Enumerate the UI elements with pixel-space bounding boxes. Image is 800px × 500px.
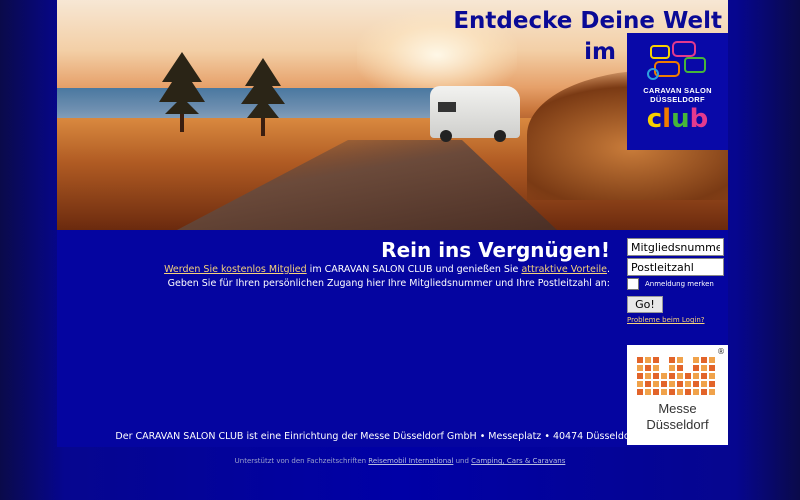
intro-line2: Geben Sie für Ihren persönlichen Zugang … <box>167 278 610 289</box>
messe-grid-square <box>669 381 675 387</box>
messe-grid-square <box>693 373 699 379</box>
messe-grid-square <box>669 357 675 363</box>
messe-grid-square <box>645 365 651 371</box>
messe-grid-square <box>701 389 707 395</box>
messe-grid-square <box>677 357 683 363</box>
messe-grid-square <box>637 357 643 363</box>
messe-grid-square <box>669 365 675 371</box>
messe-grid-square <box>709 373 715 379</box>
messe-grid-square <box>645 373 651 379</box>
intro-text-part1: im CARAVAN SALON CLUB und genießen Sie <box>306 264 522 275</box>
club-logo-text: CARAVAN SALON DÜSSELDORF <box>643 86 712 104</box>
messe-logo-line1: Messe <box>658 401 697 416</box>
headline-line2: im <box>584 39 616 65</box>
reisemobil-link[interactable]: Reisemobil International <box>368 457 453 465</box>
messe-grid-square <box>693 381 699 387</box>
club-letter-l: l <box>662 104 672 134</box>
messe-logo-text: Messe Düsseldorf <box>627 401 728 433</box>
messe-grid-square <box>709 389 715 395</box>
messe-grid-square <box>637 373 643 379</box>
club-letter-u: u <box>671 104 690 134</box>
tree-right-icon <box>241 58 285 136</box>
messe-grid-square <box>677 365 683 371</box>
club-logo-line2: DÜSSELDORF <box>650 95 705 104</box>
headline-line1: Entdecke Deine Welt <box>453 8 722 34</box>
messe-grid-square <box>709 365 715 371</box>
messe-grid-square <box>693 389 699 395</box>
messe-grid-square <box>677 381 683 387</box>
messe-grid-square <box>645 357 651 363</box>
messe-grid-square <box>709 381 715 387</box>
footer-outer-mid: und <box>453 457 472 465</box>
footer-outer: Unterstützt von den Fachzeitschriften Re… <box>0 457 800 465</box>
member-number-input[interactable] <box>627 238 724 256</box>
messe-grid-square <box>693 365 699 371</box>
messe-grid-square <box>709 357 715 363</box>
club-letter-c: c <box>646 104 663 134</box>
messe-grid-square <box>685 373 691 379</box>
messe-grid-square <box>701 365 707 371</box>
caravan-icons-icon <box>646 41 706 80</box>
messe-duesseldorf-logo[interactable]: ® Messe Düsseldorf <box>627 345 728 445</box>
messe-grid-square <box>653 357 659 363</box>
intro-text: Werden Sie kostenlos Mitglied im CARAVAN… <box>140 263 610 291</box>
login-form: Anmeldung merken Go! Probleme beim Login… <box>627 238 724 324</box>
club-icon-shape <box>671 41 696 57</box>
messe-grid-square <box>661 389 667 395</box>
messe-grid-square <box>669 389 675 395</box>
messe-logo-line2: Düsseldorf <box>646 417 709 432</box>
messe-grid-square <box>653 365 659 371</box>
tree-left-icon <box>159 52 205 132</box>
benefits-link[interactable]: attraktive Vorteile <box>521 264 607 275</box>
messe-m-icon <box>637 357 715 395</box>
messe-grid-square <box>685 381 691 387</box>
messe-grid-square <box>653 389 659 395</box>
messe-grid-square <box>645 381 651 387</box>
go-button[interactable]: Go! <box>627 296 663 313</box>
messe-grid-square <box>637 365 643 371</box>
intro-text-part2: . <box>606 264 610 275</box>
registered-mark: ® <box>717 347 725 356</box>
caravan-salon-club-logo[interactable]: CARAVAN SALON DÜSSELDORF club <box>627 33 728 150</box>
login-problems-link[interactable]: Probleme beim Login? <box>627 316 724 324</box>
club-word: club <box>647 105 708 133</box>
messe-grid-square <box>701 357 707 363</box>
motorhome <box>430 86 520 142</box>
messe-grid-square <box>701 373 707 379</box>
messe-grid-square <box>645 389 651 395</box>
remember-checkbox[interactable] <box>627 278 639 290</box>
club-icon-shape <box>683 57 706 73</box>
messe-grid-square <box>637 381 643 387</box>
messe-grid-square <box>677 389 683 395</box>
club-icon-shape <box>649 45 670 59</box>
messe-grid-square <box>701 381 707 387</box>
messe-grid-square <box>693 357 699 363</box>
messe-grid-square <box>677 373 683 379</box>
content-title: Rein ins Vergnügen! <box>381 238 610 262</box>
club-letter-b: b <box>689 104 709 134</box>
messe-grid-square <box>669 373 675 379</box>
page-container: Entdecke Deine Welt im CARAVAN SALON DÜS… <box>57 0 728 447</box>
messe-grid-square <box>661 381 667 387</box>
remember-label: Anmeldung merken <box>645 280 714 288</box>
join-link[interactable]: Werden Sie kostenlos Mitglied <box>164 264 307 275</box>
messe-grid-square <box>653 381 659 387</box>
messe-grid-square <box>661 373 667 379</box>
messe-grid-square <box>685 389 691 395</box>
messe-grid-square <box>653 373 659 379</box>
remember-login[interactable]: Anmeldung merken <box>627 278 724 290</box>
camping-cars-link[interactable]: Camping, Cars & Caravans <box>471 457 565 465</box>
footer-inner: Der CARAVAN SALON CLUB ist eine Einricht… <box>115 431 637 442</box>
club-logo-line1: CARAVAN SALON <box>643 86 712 95</box>
messe-grid-square <box>637 389 643 395</box>
zip-code-input[interactable] <box>627 258 724 276</box>
footer-outer-prefix: Unterstützt von den Fachzeitschriften <box>234 457 369 465</box>
